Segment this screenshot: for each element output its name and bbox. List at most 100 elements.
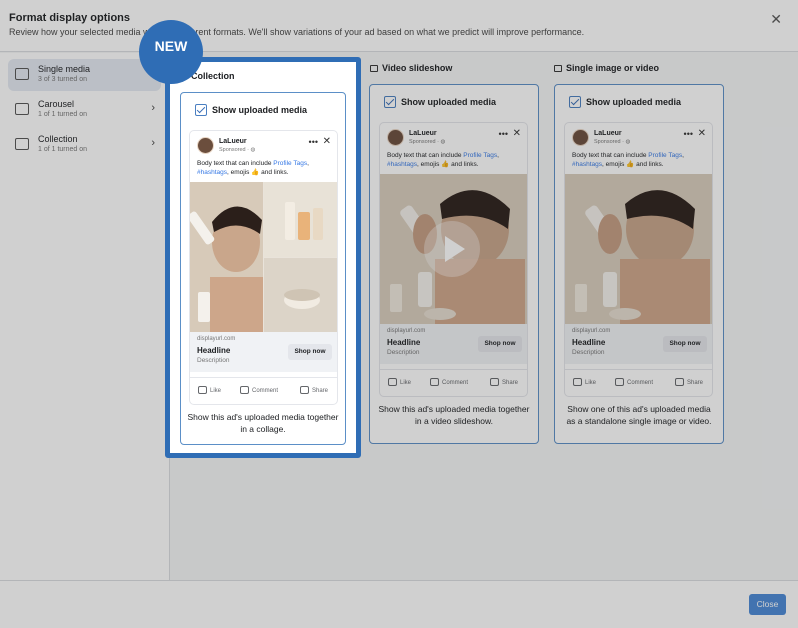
share-icon (300, 386, 309, 394)
share-button[interactable]: Share (490, 378, 518, 386)
globe-icon: ◍ (250, 147, 256, 153)
sidebar-item-carousel[interactable]: Carousel 1 of 1 turned on › (8, 94, 161, 126)
like-button[interactable]: Like (573, 378, 596, 386)
ad-image-media (565, 174, 712, 324)
comment-button[interactable]: Comment (240, 386, 278, 394)
collection-icon (15, 138, 29, 150)
display-url: displayurl.com (197, 336, 236, 342)
image-icon (554, 65, 562, 72)
share-button[interactable]: Share (300, 386, 328, 394)
comment-label: Comment (442, 380, 469, 386)
sponsored-label: Sponsored · ◍ (219, 147, 255, 153)
sponsored-text: Sponsored · (219, 147, 251, 153)
comment-button[interactable]: Comment (615, 378, 653, 386)
ad-headline: Headline (197, 346, 231, 355)
hashtags-link[interactable]: #hashtags (387, 161, 417, 168)
profile-tags-link[interactable]: Profile Tags (463, 152, 497, 159)
highlighted-collection-frame: Collection Show uploaded media LaLueur S… (165, 57, 361, 458)
like-button[interactable]: Like (198, 386, 221, 394)
like-label: Like (210, 388, 222, 394)
avatar (197, 137, 214, 154)
ad-description: Description (387, 349, 420, 356)
close-icon[interactable]: ✕ (770, 11, 782, 28)
sidebar-item-label: Collection (38, 134, 78, 144)
sponsored-label: Sponsored · ◍ (594, 139, 630, 145)
checkbox-checked-icon (195, 104, 207, 116)
close-icon[interactable]: ✕ (698, 128, 706, 139)
column-title-text: Single image or video (566, 63, 660, 73)
ad-body-text: Body text that can include Profile Tags,… (572, 151, 708, 169)
body-text: , emojis 👍 and links. (602, 161, 664, 168)
comment-label: Comment (627, 380, 654, 386)
like-button[interactable]: Like (388, 378, 411, 386)
close-icon[interactable]: ✕ (323, 136, 331, 147)
sidebar-item-single-media[interactable]: Single media 3 of 3 turned on (8, 59, 161, 91)
carousel-icon (15, 103, 29, 115)
like-label: Like (400, 380, 412, 386)
share-icon (675, 378, 684, 386)
ad-brand-name: LaLueur (219, 138, 247, 145)
sidebar-item-label: Carousel (38, 99, 75, 109)
ad-brand-name: LaLueur (409, 130, 437, 137)
close-icon[interactable]: ✕ (513, 128, 521, 139)
shop-now-button[interactable]: Shop now (478, 336, 522, 352)
shop-now-button[interactable]: Shop now (663, 336, 707, 352)
ad-description: Description (572, 349, 605, 356)
like-icon (388, 378, 397, 386)
display-url: displayurl.com (387, 328, 426, 334)
ad-link-area: displayurl.com Headline Description Shop… (380, 324, 527, 364)
collage-photos (190, 182, 337, 332)
avatar (572, 129, 589, 146)
close-button[interactable]: Close (749, 594, 786, 615)
modal-subtitle: Review how your selected media w... ross… (9, 27, 585, 37)
ad-actions: Like Comment Share (380, 369, 527, 393)
sponsored-text: Sponsored · (409, 139, 441, 145)
share-label: Share (502, 380, 519, 386)
body-text: Body text that can include (387, 152, 464, 159)
ad-preview: LaLueur Sponsored · ◍ ••• ✕ Body text th… (379, 122, 528, 397)
video-icon (370, 65, 378, 72)
play-icon[interactable] (424, 221, 480, 277)
shop-now-button[interactable]: Shop now (288, 344, 332, 360)
body-text: , emojis 👍 and links. (417, 161, 479, 168)
ad-link-area: displayurl.com Headline Description Shop… (565, 324, 712, 364)
more-icon[interactable]: ••• (684, 129, 693, 139)
like-icon (573, 378, 582, 386)
sponsored-text: Sponsored · (594, 139, 626, 145)
share-button[interactable]: Share (675, 378, 703, 386)
ad-video-media (380, 174, 527, 324)
hashtags-link[interactable]: #hashtags (197, 169, 227, 176)
column-title-text: Video slideshow (382, 63, 453, 73)
comment-button[interactable]: Comment (430, 378, 468, 386)
profile-tags-link[interactable]: Profile Tags (648, 152, 682, 159)
more-icon[interactable]: ••• (309, 137, 318, 147)
body-text: , emojis 👍 and links. (227, 169, 289, 176)
ad-description: Description (197, 357, 230, 364)
hashtags-link[interactable]: #hashtags (572, 161, 602, 168)
display-url: displayurl.com (572, 328, 611, 334)
format-card-collage: Show uploaded media LaLueur Sponsored · … (180, 92, 346, 445)
chevron-right-icon: › (151, 137, 155, 149)
sidebar-item-collection[interactable]: Collection 1 of 1 turned on › (8, 129, 161, 161)
share-label: Share (312, 388, 329, 394)
sponsored-label: Sponsored · ◍ (409, 139, 445, 145)
modal-footer: Close (0, 580, 798, 628)
ad-actions: Like Comment Share (565, 369, 712, 393)
show-media-checkbox[interactable]: Show uploaded media (384, 96, 496, 108)
profile-tags-link[interactable]: Profile Tags (273, 160, 307, 167)
show-media-checkbox[interactable]: Show uploaded media (569, 96, 681, 108)
share-label: Share (687, 380, 704, 386)
ad-headline: Headline (572, 338, 606, 347)
globe-icon: ◍ (625, 139, 631, 145)
column-title-collection: Collection (191, 71, 235, 81)
checkbox-label: Show uploaded media (212, 105, 308, 115)
like-icon (198, 386, 207, 394)
more-icon[interactable]: ••• (499, 129, 508, 139)
ad-preview: LaLueur Sponsored · ◍ ••• ✕ Body text th… (564, 122, 713, 397)
modal-header: Format display options Review how your s… (0, 0, 798, 52)
column-title-video-slideshow: Video slideshow (370, 63, 452, 73)
checkbox-label: Show uploaded media (586, 97, 682, 107)
show-media-checkbox[interactable]: Show uploaded media (195, 104, 307, 116)
checkbox-checked-icon (384, 96, 396, 108)
format-card-single-image: Show uploaded media LaLueur Sponsored · … (554, 84, 724, 444)
